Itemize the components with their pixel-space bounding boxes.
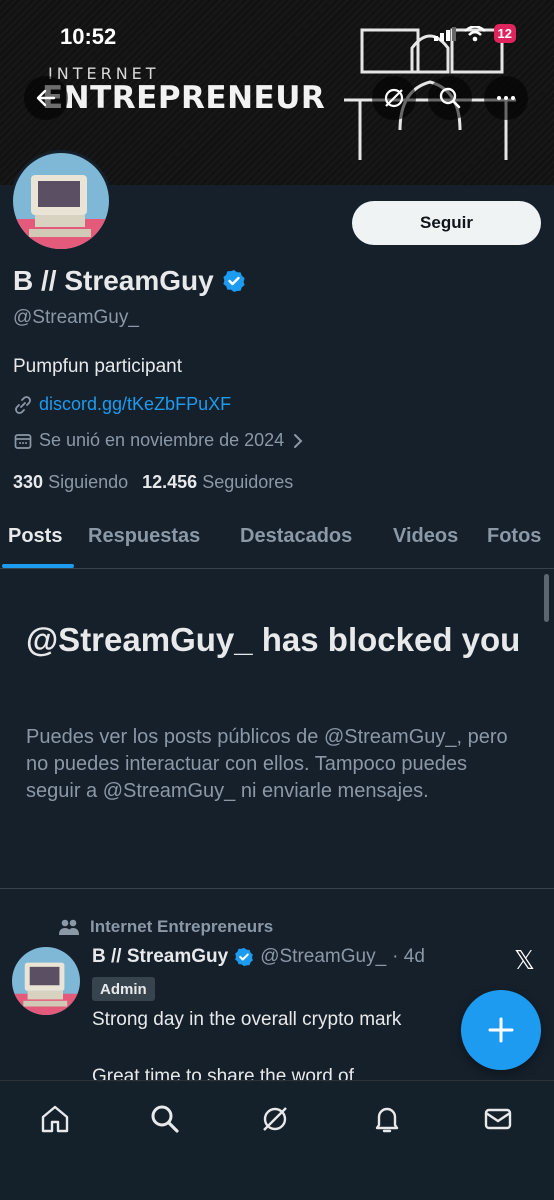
- tab-videos[interactable]: Videos: [393, 525, 458, 548]
- community-icon: [59, 919, 79, 935]
- follow-button[interactable]: Seguir: [352, 201, 541, 245]
- display-name: B // StreamGuy: [13, 265, 246, 297]
- nav-search[interactable]: [145, 1099, 185, 1139]
- verified-badge-icon: [235, 947, 254, 967]
- banner-big-title: ENTREPRENEUR: [42, 80, 326, 116]
- profile-bio: Pumpfun participant: [13, 356, 182, 377]
- profile-handle: @StreamGuy_: [13, 307, 139, 328]
- search-button[interactable]: [428, 76, 472, 120]
- verified-badge-icon[interactable]: [222, 269, 246, 293]
- search-icon: [151, 1105, 179, 1133]
- grok-icon: [263, 1107, 287, 1131]
- profile-tabs: Posts Respuestas Destacados Videos Fotos: [0, 515, 554, 569]
- x-logo-icon: 𝕏: [514, 946, 535, 976]
- back-button[interactable]: [24, 76, 68, 120]
- avatar-image: [13, 153, 109, 249]
- profile-link-text[interactable]: discord.gg/tKeZbFPuXF: [39, 394, 231, 415]
- notifications-icon: [375, 1107, 399, 1133]
- joined-date[interactable]: Se unió en noviembre de 2024: [13, 430, 306, 451]
- blocked-title: @StreamGuy_ has blocked you: [26, 621, 521, 658]
- nav-grok[interactable]: [255, 1099, 295, 1139]
- signal-icon: [433, 26, 456, 41]
- bottom-navigation: [0, 1080, 554, 1200]
- search-icon: [439, 87, 461, 109]
- calendar-icon: [14, 433, 32, 449]
- profile-link[interactable]: discord.gg/tKeZbFPuXF: [13, 394, 231, 415]
- nav-messages[interactable]: [478, 1099, 518, 1139]
- divider: [0, 888, 554, 889]
- more-dots-icon: [497, 96, 515, 100]
- nav-notifications[interactable]: [367, 1099, 407, 1139]
- tab-posts[interactable]: Posts: [8, 525, 62, 548]
- grok-button[interactable]: [372, 76, 416, 120]
- nav-home[interactable]: [35, 1099, 75, 1139]
- tab-photos[interactable]: Fotos: [487, 525, 541, 548]
- status-time: 10:52: [60, 24, 117, 49]
- battery-indicator: 12: [493, 24, 516, 43]
- link-icon: [15, 395, 31, 414]
- active-tab-indicator: [2, 564, 74, 568]
- wifi-icon: [463, 25, 486, 41]
- more-options-button[interactable]: [484, 76, 528, 120]
- home-indicator: [192, 1185, 362, 1190]
- tab-replies[interactable]: Respuestas: [88, 525, 200, 548]
- tab-highlights[interactable]: Destacados: [240, 525, 352, 548]
- messages-icon: [484, 1108, 512, 1130]
- blocked-description: Puedes ver los posts públicos de @Stream…: [26, 726, 508, 802]
- followers-link[interactable]: 12.456 Seguidores: [142, 472, 293, 493]
- post-header: B // StreamGuy @StreamGuy_ · 4d: [92, 946, 425, 968]
- profile-avatar[interactable]: [10, 150, 112, 252]
- followers-count: 12.456: [142, 472, 198, 492]
- scrollbar-thumb[interactable]: [544, 574, 549, 622]
- joined-text: Se unió en noviembre de 2024: [39, 430, 285, 450]
- post-avatar[interactable]: [12, 947, 80, 1015]
- arrow-left-icon: [36, 89, 56, 107]
- home-icon: [41, 1105, 69, 1133]
- post-author-name[interactable]: B // StreamGuy: [92, 946, 228, 968]
- post-author-handle[interactable]: @StreamGuy_: [260, 946, 386, 968]
- admin-badge: Admin: [92, 977, 155, 1001]
- follow-counts: 330 Siguiendo 12.456 Seguidores: [13, 472, 293, 493]
- chevron-right-icon: [294, 433, 303, 448]
- community-name: Internet Entrepreneurs: [90, 917, 274, 936]
- following-label: Siguiendo: [48, 472, 129, 492]
- following-count: 330: [13, 472, 44, 492]
- compose-post-button[interactable]: [461, 990, 541, 1070]
- display-name-text: B // StreamGuy: [13, 265, 214, 296]
- post-time: · 4d: [392, 946, 425, 967]
- followers-label: Seguidores: [202, 472, 294, 492]
- status-icons: 12: [433, 24, 516, 43]
- post-community-context[interactable]: Internet Entrepreneurs: [58, 917, 273, 937]
- plus-icon: [488, 1017, 514, 1043]
- grok-icon: [384, 88, 404, 108]
- following-link[interactable]: 330 Siguiendo: [13, 472, 128, 493]
